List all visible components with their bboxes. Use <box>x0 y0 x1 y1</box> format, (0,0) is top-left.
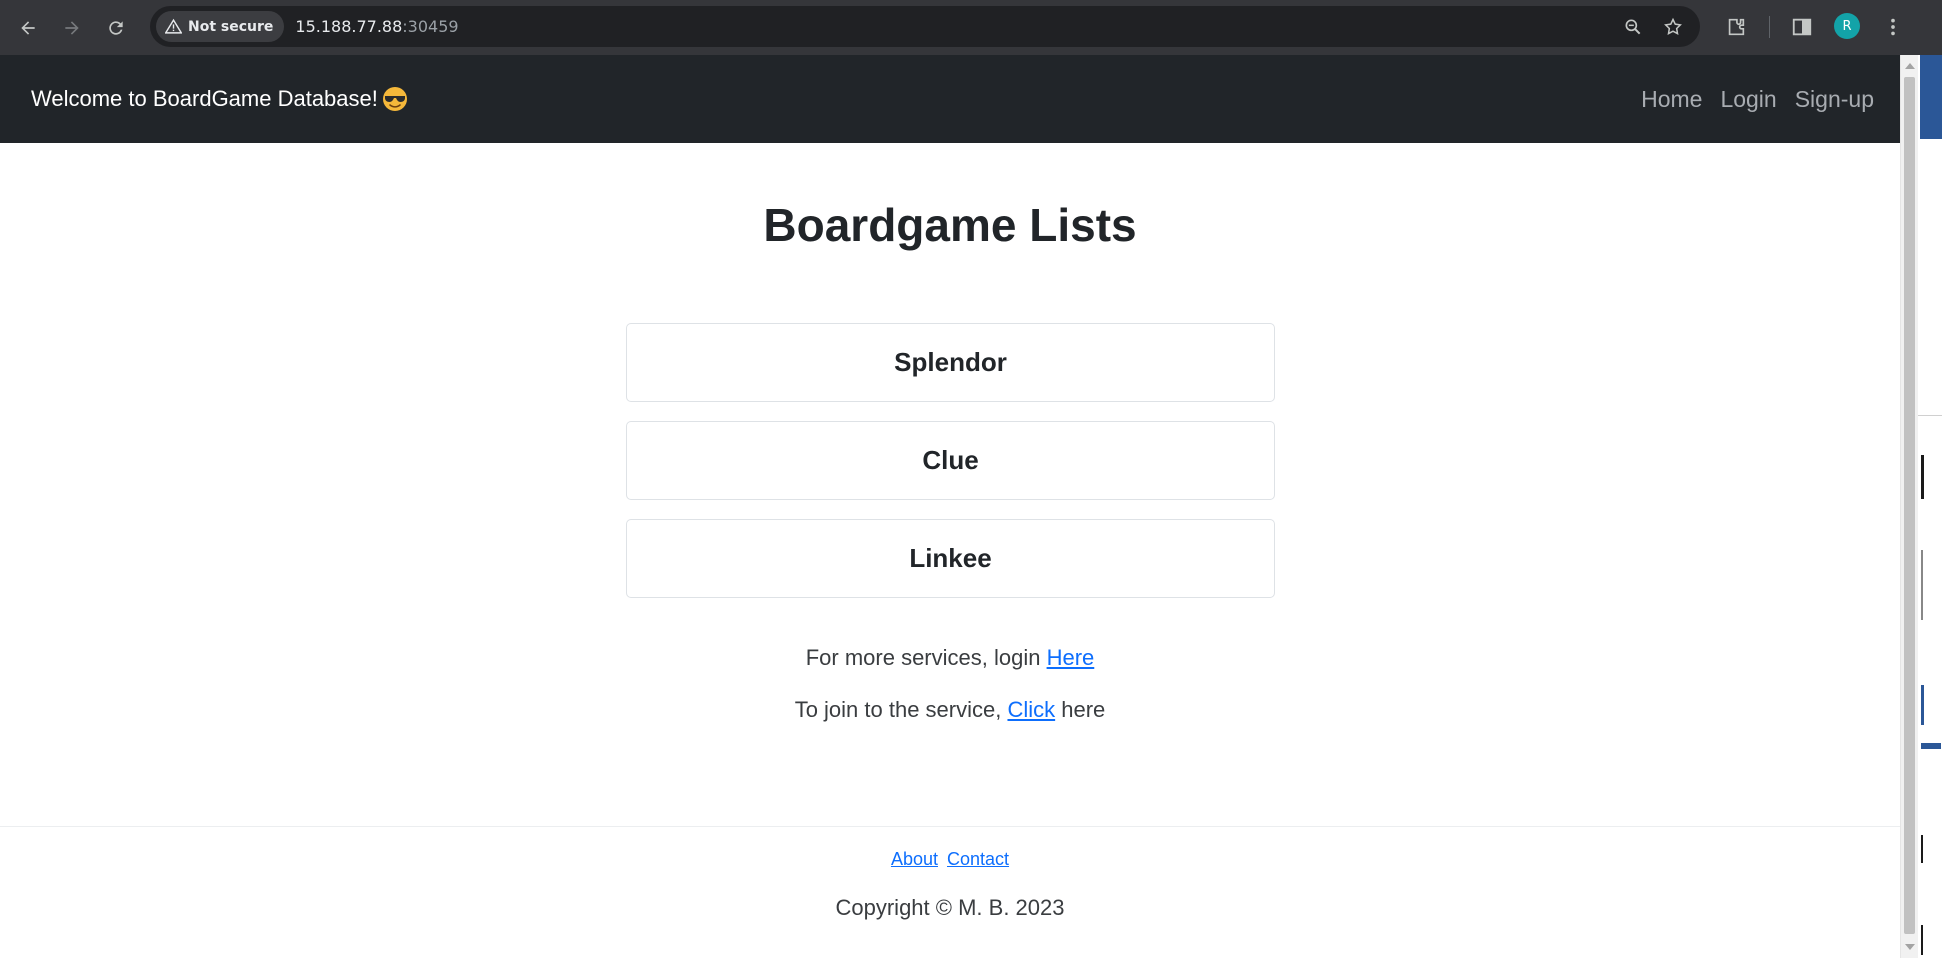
join-prompt-suffix: here <box>1055 697 1106 722</box>
brand-text: Welcome to BoardGame Database! <box>31 86 378 111</box>
login-here-link[interactable]: Here <box>1047 645 1095 670</box>
security-chip[interactable]: Not secure <box>156 11 285 42</box>
bookmark-star-icon <box>1664 17 1682 35</box>
game-item-linkee[interactable]: Linkee <box>626 519 1275 598</box>
game-item-clue[interactable]: Clue <box>626 421 1275 500</box>
url-text[interactable]: 15.188.77.88:30459 <box>295 17 458 36</box>
game-item-splendor[interactable]: Splendor <box>626 323 1275 402</box>
warning-icon <box>165 18 182 34</box>
back-button[interactable] <box>8 8 48 48</box>
footer-about-link[interactable]: About <box>891 849 938 869</box>
copyright-text: Copyright © M. B. 2023 <box>835 895 1065 920</box>
url-host: 15.188.77.88 <box>295 17 403 36</box>
url-port: :30459 <box>402 17 459 36</box>
browser-toolbar: Not secure 15.188.77.88:30459 R <box>0 0 1942 55</box>
adjacent-window-header <box>1920 55 1942 139</box>
adjacent-window-edge <box>1918 55 1942 958</box>
browser-menu-button[interactable] <box>1878 12 1908 42</box>
adjacent-window-mark <box>1921 455 1924 499</box>
back-icon <box>21 20 35 35</box>
address-bar[interactable]: Not secure 15.188.77.88:30459 <box>150 6 1700 47</box>
join-click-link[interactable]: Click <box>1007 697 1055 722</box>
game-list: Splendor Clue Linkee <box>626 323 1275 598</box>
profile-avatar[interactable]: R <box>1834 13 1860 39</box>
page-viewport: Welcome to BoardGame Database! Home Logi… <box>0 55 1900 958</box>
zoom-button[interactable] <box>1622 16 1644 38</box>
adjacent-window-mark <box>1921 743 1941 749</box>
menu-kebab-icon <box>1891 18 1895 36</box>
page-title: Boardgame Lists <box>763 199 1137 251</box>
security-label: Not secure <box>188 18 274 35</box>
login-prompt: For more services, login Here <box>0 645 1900 671</box>
page-scrollbar[interactable] <box>1900 55 1918 958</box>
reload-icon <box>109 20 123 35</box>
extensions-icon <box>1728 18 1745 36</box>
forward-button[interactable] <box>52 8 92 48</box>
side-panel-icon <box>1792 18 1812 36</box>
extensions-button[interactable] <box>1721 12 1751 42</box>
adjacent-window-rule <box>1918 415 1942 416</box>
toolbar-divider <box>1769 16 1770 38</box>
adjacent-window-mark <box>1921 925 1923 955</box>
footer-contact-link[interactable]: Contact <box>947 849 1009 869</box>
reload-button[interactable] <box>96 8 136 48</box>
adjacent-window-mark <box>1921 685 1924 725</box>
scroll-thumb[interactable] <box>1904 77 1915 934</box>
site-navbar: Welcome to BoardGame Database! Home Logi… <box>0 55 1900 143</box>
zoom-icon <box>1625 19 1641 35</box>
login-prompt-text: For more services, login <box>805 645 1047 670</box>
scroll-up-arrow[interactable] <box>1905 63 1915 69</box>
bookmark-button[interactable] <box>1662 16 1684 38</box>
join-prompt-text: To join to the service, <box>794 697 1008 722</box>
nav-link-login[interactable]: Login <box>1720 86 1776 113</box>
adjacent-window-mark <box>1921 550 1923 620</box>
nav-links: Home Login Sign-up <box>1641 86 1874 113</box>
footer-divider <box>0 826 1900 827</box>
adjacent-window-mark <box>1921 835 1923 863</box>
nav-link-signup[interactable]: Sign-up <box>1795 86 1874 113</box>
join-prompt: To join to the service, Click here <box>0 697 1900 723</box>
scroll-down-arrow[interactable] <box>1905 944 1915 950</box>
forward-icon <box>65 20 79 35</box>
brand[interactable]: Welcome to BoardGame Database! <box>31 86 408 112</box>
footer-links: About Contact <box>0 849 1900 870</box>
side-panel-button[interactable] <box>1787 12 1817 42</box>
sunglasses-face-emoji <box>382 86 408 112</box>
nav-link-home[interactable]: Home <box>1641 86 1702 113</box>
